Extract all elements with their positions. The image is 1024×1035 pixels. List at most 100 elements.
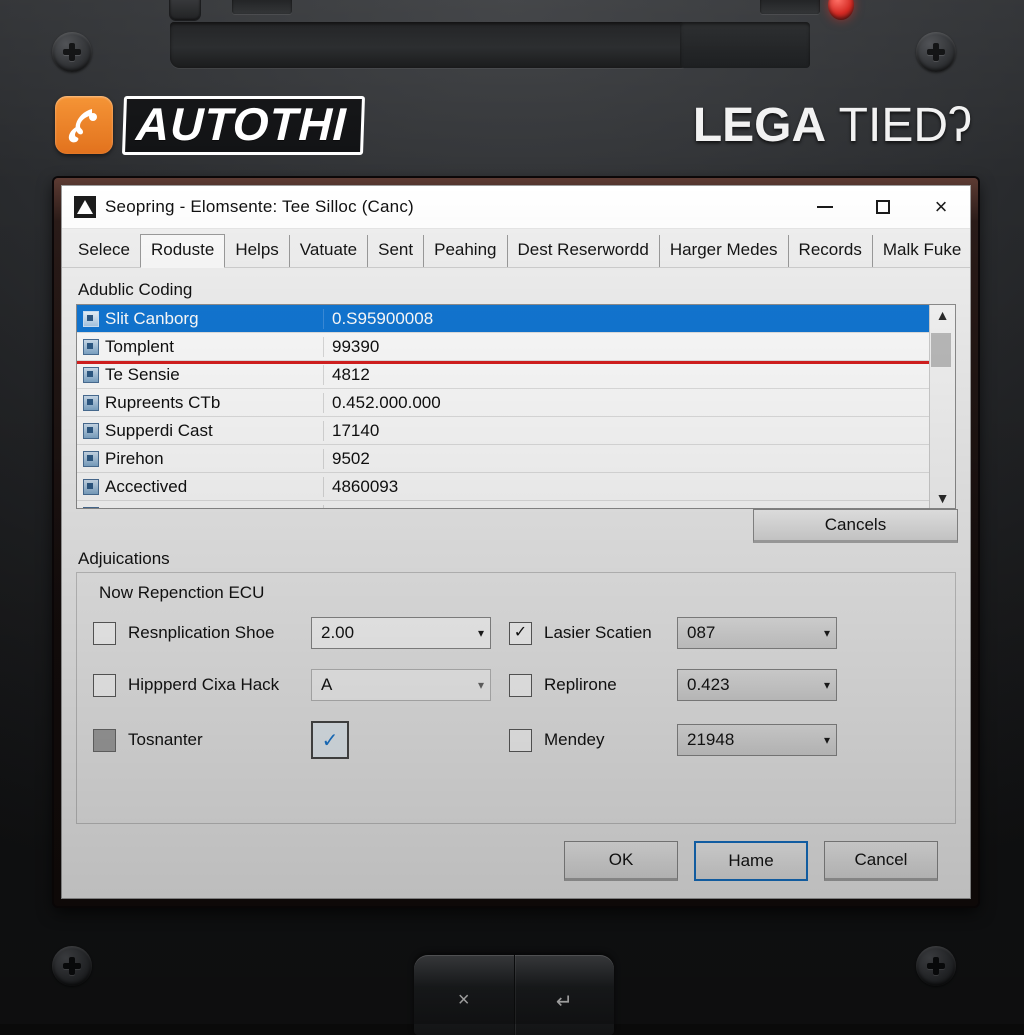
checkbox-lasier-scatien[interactable]: ✓ Lasier Scatien (509, 622, 659, 645)
tab-peahing[interactable]: Peahing (424, 235, 507, 267)
row-name: Pirehon (105, 449, 323, 469)
tab-strip: Selece Roduste Helps Vatuate Sent Peahin… (62, 229, 970, 268)
checkbox-hippperd-cixa-hack[interactable]: Hippperd Cixa Hack (93, 674, 293, 697)
ok-button[interactable]: OK (564, 841, 678, 881)
row-value: 99390 (323, 337, 929, 357)
power-icon[interactable] (170, 0, 200, 20)
coding-entry-icon (83, 395, 99, 411)
tab-sent[interactable]: Sent (368, 235, 424, 267)
table-row[interactable]: Pirehon 9502 (77, 445, 929, 473)
device-top-edge (0, 0, 1024, 88)
checkbox-box[interactable]: ✓ (509, 622, 532, 645)
brand-lockup: AUTOTHI (55, 96, 364, 155)
coding-list-rows[interactable]: Slit Canborg 0.S95900008 Tomplent 99390 … (77, 305, 929, 508)
row-name: Accectived (105, 477, 323, 497)
checkbox-mendey[interactable]: Mendey (509, 729, 659, 752)
tab-roduste[interactable]: Roduste (140, 234, 225, 268)
combo-replirone[interactable]: 0.423 ▾ (677, 669, 837, 701)
row-name: Te Sensie (105, 365, 323, 385)
table-row[interactable]: Rupreents CTb 0.452.000.000 (77, 389, 929, 417)
annotation-underline (77, 361, 929, 364)
chevron-down-icon[interactable]: ▾ (824, 678, 830, 692)
tab-malk-fuke[interactable]: Malk Fuke (873, 235, 971, 267)
checkbox-box[interactable] (509, 729, 532, 752)
hame-button[interactable]: Hame (694, 841, 808, 881)
coding-entry-icon (83, 367, 99, 383)
checkbox-label: Replirone (544, 675, 617, 695)
window-title: Seopring - Elomsente: Tee Silloc (Canc) (105, 197, 414, 217)
row-value: 9502 (323, 449, 929, 469)
checkbox-label: Tosnanter (128, 730, 203, 750)
coding-group-label: Adublic Coding (78, 280, 956, 300)
combo-lasier-scatien[interactable]: 087 ▾ (677, 617, 837, 649)
checkbox-resnplication-shoe[interactable]: Resnplication Shoe (93, 622, 293, 645)
fieldset-title: Now Repenction ECU (99, 583, 939, 603)
chevron-down-icon[interactable]: ▾ (478, 678, 484, 692)
close-key-icon[interactable]: × (414, 955, 514, 1035)
checkbox-tosnanter[interactable]: Tosnanter (93, 729, 293, 752)
port-right-icon (760, 0, 820, 14)
confirm-check-button[interactable]: ✓ (311, 721, 349, 759)
combo-hippperd-cixa-hack[interactable]: A ▾ (311, 669, 491, 701)
chevron-up-icon[interactable]: ▲ (936, 308, 950, 322)
table-row[interactable]: Supperdi Cast 17140 (77, 417, 929, 445)
table-row[interactable]: Cal Borgo TCPA 15 0 11 12 (77, 501, 929, 508)
phillips-screw-icon (916, 946, 956, 986)
maximize-icon[interactable] (854, 186, 912, 228)
row-value: 15 0 11 12 (323, 505, 929, 509)
top-connector-slot-secondary (680, 22, 810, 68)
coding-entry-icon (83, 339, 99, 355)
chevron-down-icon[interactable]: ▾ (824, 626, 830, 640)
table-row[interactable]: Slit Canborg 0.S95900008 (77, 305, 929, 333)
combo-value: A (321, 675, 478, 695)
flame-logo-icon (55, 96, 113, 154)
combo-resnplication-shoe[interactable]: 2.00 ▾ (311, 617, 491, 649)
checkbox-replirone[interactable]: Replirone (509, 674, 659, 697)
row-value: 4812 (323, 365, 929, 385)
checkbox-box[interactable] (93, 622, 116, 645)
tab-harger-medes[interactable]: Harger Medes (660, 235, 789, 267)
row-name: Slit Canborg (105, 309, 323, 329)
port-left-icon (232, 0, 292, 14)
phillips-screw-icon (52, 32, 92, 72)
chevron-down-icon[interactable]: ▼ (936, 491, 950, 505)
checkbox-label: Lasier Scatien (544, 623, 652, 643)
combo-mendey[interactable]: 21948 ▾ (677, 724, 837, 756)
checkbox-box[interactable] (93, 674, 116, 697)
combo-value: 21948 (687, 730, 824, 750)
chevron-down-icon[interactable]: ▾ (478, 626, 484, 640)
row-value: 0.452.000.000 (323, 393, 929, 413)
window-controls: × (796, 186, 970, 228)
scrollbar-thumb[interactable] (931, 333, 951, 367)
tab-selece[interactable]: Selece (68, 235, 140, 267)
row-value: 0.S95900008 (323, 309, 929, 329)
phillips-screw-icon (916, 32, 956, 72)
close-icon[interactable]: × (912, 186, 970, 228)
adjuications-fieldset: Now Repenction ECU Resnplication Shoe 2.… (76, 572, 956, 824)
window-body: Adublic Coding Slit Canborg 0.S95900008 … (62, 268, 970, 898)
cancels-button[interactable]: Cancels (753, 509, 958, 543)
tab-records[interactable]: Records (789, 235, 873, 267)
tab-helps[interactable]: Helps (225, 235, 289, 267)
table-row[interactable]: Tomplent 99390 (77, 333, 929, 361)
table-row[interactable]: Te Sensie 4812 (77, 361, 929, 389)
chevron-down-icon[interactable]: ▾ (824, 733, 830, 747)
coding-entry-icon (83, 311, 99, 327)
coding-entry-icon (83, 423, 99, 439)
checkbox-label: Mendey (544, 730, 604, 750)
cancel-button[interactable]: Cancel (824, 841, 938, 881)
minimize-icon[interactable] (796, 186, 854, 228)
checkbox-label: Resnplication Shoe (128, 623, 274, 643)
model-bold: LEGA (693, 99, 826, 152)
device-model-label: LEGA TIEDʔ (693, 98, 972, 153)
checkbox-label: Hippperd Cixa Hack (128, 675, 279, 695)
tab-dest-reserwordd[interactable]: Dest Reserwordd (508, 235, 660, 267)
brand-name: AUTOTHI (122, 96, 365, 155)
coding-entry-icon (83, 451, 99, 467)
table-row[interactable]: Accectived 4860093 (77, 473, 929, 501)
combo-value: 2.00 (321, 623, 478, 643)
checkbox-box[interactable] (509, 674, 532, 697)
tab-vatuate[interactable]: Vatuate (290, 235, 368, 267)
enter-key-icon[interactable]: ↵ (514, 955, 615, 1035)
adjuications-label: Adjuications (78, 549, 956, 569)
